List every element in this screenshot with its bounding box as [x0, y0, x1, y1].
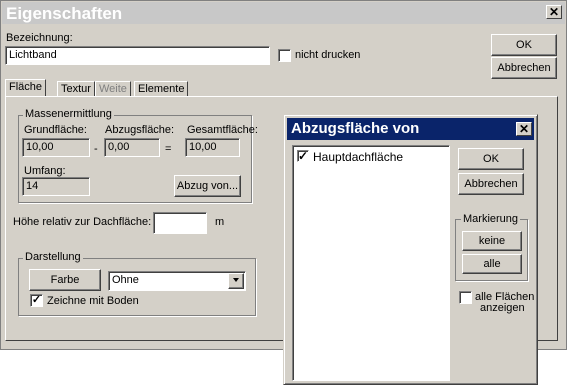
dialog-titlebar: Abzugsfläche von — [287, 118, 534, 140]
nicht-drucken-checkbox[interactable] — [278, 49, 291, 62]
markierung-title: Markierung — [461, 213, 521, 225]
keine-button[interactable]: keine — [462, 231, 522, 251]
massenermittlung-title: Massenermittlung — [23, 108, 114, 120]
zeichne-mit-boden-label: Zeichne mit Boden — [47, 295, 139, 307]
checkmark-icon: ✓ — [298, 149, 309, 163]
hoehe-unit: m — [215, 216, 225, 228]
window-titlebar: Eigenschaften ✕ — [2, 2, 565, 24]
darstellung-select[interactable]: Ohne — [108, 271, 246, 291]
abbrechen-button[interactable]: Abbrechen — [491, 57, 557, 79]
abzugsflaeche-label: Abzugsfläche: — [105, 124, 175, 136]
tab-elemente[interactable]: Elemente — [134, 81, 189, 96]
window-title: Eigenschaften — [6, 4, 123, 23]
minus-sign: - — [94, 143, 98, 155]
abzugsflaeche-field: 0,00 — [104, 138, 160, 157]
list-item[interactable]: ✓ Hauptdachfläche — [297, 149, 447, 165]
hoehe-label: Höhe relativ zur Dachfläche: — [13, 216, 152, 228]
darstellung-title: Darstellung — [23, 251, 83, 263]
list-item-label: Hauptdachfläche — [313, 150, 404, 164]
abzugsflaeche-dialog: Abzugsfläche von ✕ ✓ Hauptdachfläche OK … — [283, 114, 538, 385]
hoehe-input[interactable] — [153, 212, 207, 234]
close-icon: ✕ — [548, 5, 560, 19]
alle-button[interactable]: alle — [462, 254, 522, 274]
select-value: Ohne — [112, 274, 139, 286]
dialog-title: Abzugsfläche von — [291, 120, 420, 137]
select-dropdown-button[interactable] — [228, 273, 244, 289]
window-close-button[interactable]: ✕ — [546, 5, 562, 19]
tab-weite[interactable]: Weite — [95, 81, 131, 96]
list-item-checkbox[interactable]: ✓ — [297, 150, 309, 162]
tab-flaeche[interactable]: Fläche — [5, 79, 47, 96]
bezeichnung-input[interactable]: Lichtband — [5, 46, 270, 65]
umfang-field: 14 — [22, 177, 90, 196]
dialog-ok-button[interactable]: OK — [458, 148, 524, 170]
dialog-close-button[interactable]: ✕ — [516, 122, 532, 136]
grundflaeche-field: 10,00 — [22, 138, 90, 157]
farbe-button[interactable]: Farbe — [29, 269, 101, 291]
grundflaeche-label: Grundfläche: — [24, 124, 87, 136]
tab-textur[interactable]: Textur — [57, 81, 95, 96]
bezeichnung-label: Bezeichnung: — [6, 32, 73, 44]
nicht-drucken-label: nicht drucken — [295, 49, 361, 61]
gesamtflaeche-field: 10,00 — [185, 138, 240, 157]
gesamtflaeche-label: Gesamtfläche: — [187, 124, 258, 136]
ok-button[interactable]: OK — [491, 34, 557, 56]
chevron-down-icon — [233, 278, 239, 282]
close-icon: ✕ — [518, 122, 530, 136]
flaechen-list[interactable]: ✓ Hauptdachfläche — [292, 145, 450, 381]
zeichne-mit-boden-checkbox[interactable]: ✓ — [30, 294, 43, 307]
umfang-label: Umfang: — [24, 165, 66, 177]
equals-sign: = — [165, 143, 172, 155]
dialog-abbrechen-button[interactable]: Abbrechen — [458, 173, 524, 195]
alle-flaechen-checkbox[interactable] — [459, 291, 472, 304]
alle-flaechen-label-line2: anzeigen — [480, 302, 525, 314]
checkmark-icon: ✓ — [31, 294, 42, 306]
abzug-von-button[interactable]: Abzug von... — [174, 175, 241, 197]
